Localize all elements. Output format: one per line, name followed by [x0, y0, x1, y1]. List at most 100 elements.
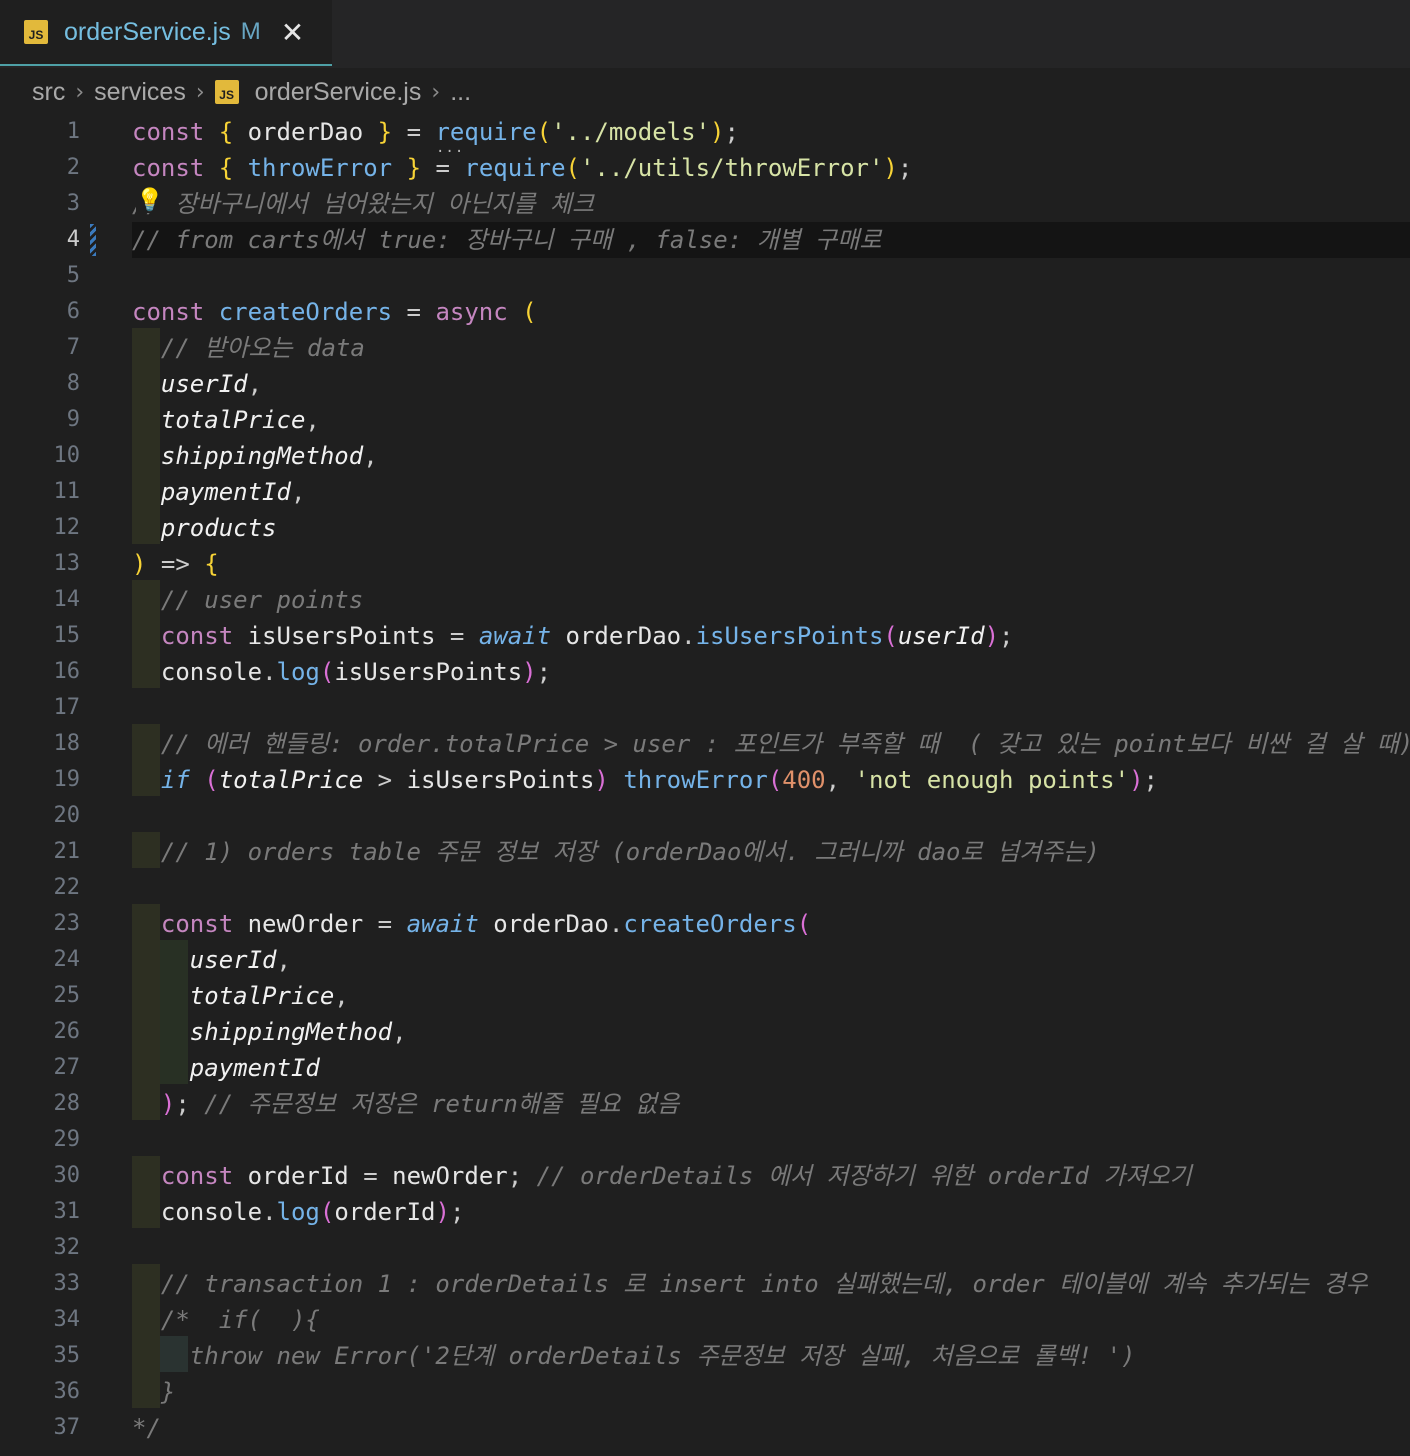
- breadcrumb: src › services › JS orderService.js › ..…: [32, 72, 471, 112]
- code-text: userId,: [160, 370, 263, 398]
- code-line[interactable]: 2 const { throwError } = require('../util…: [0, 150, 1410, 186]
- code-text: totalPrice,: [189, 982, 349, 1010]
- code-line[interactable]: 37 */: [0, 1410, 1410, 1446]
- line-number: 30: [53, 1163, 81, 1188]
- line-number: 33: [53, 1271, 81, 1296]
- code-line[interactable]: 28 ); // 주문정보 저장은 return해줄 필요 없음: [0, 1086, 1410, 1122]
- code-line[interactable]: 32: [0, 1230, 1410, 1266]
- line-number: 8: [66, 371, 80, 396]
- line-number: 25: [53, 983, 81, 1008]
- line-number: 20: [53, 803, 81, 828]
- line-number: 12: [53, 515, 81, 540]
- code-text: // user points: [132, 586, 364, 614]
- code-line[interactable]: 14 // user points: [0, 582, 1410, 618]
- code-text: console.log(isUsersPoints);: [160, 658, 552, 686]
- line-number: 29: [53, 1127, 81, 1152]
- code-line[interactable]: 36 }: [0, 1374, 1410, 1410]
- code-line[interactable]: 17: [0, 690, 1410, 726]
- code-line[interactable]: 34 /* if( ){: [0, 1302, 1410, 1338]
- breadcrumb-item-services[interactable]: services: [94, 78, 186, 107]
- code-line[interactable]: 9 totalPrice,: [0, 402, 1410, 438]
- code-line[interactable]: 1 const { orderDao } = require('../models…: [0, 114, 1410, 156]
- code-text: shippingMethod,: [189, 1018, 407, 1046]
- code-line[interactable]: 15 const isUsersPoints = await orderDao.…: [0, 618, 1410, 654]
- breadcrumb-item-file[interactable]: orderService.js: [255, 78, 422, 107]
- code-text: // 장바구니에서 넘어왔는지 아닌지를 체크: [132, 190, 595, 218]
- code-text: const createOrders = async (: [132, 298, 537, 326]
- code-line[interactable]: 12 products: [0, 510, 1410, 546]
- line-number: 13: [53, 551, 81, 576]
- code-text: console.log(orderId);: [160, 1198, 465, 1226]
- code-line[interactable]: 29: [0, 1122, 1410, 1158]
- tab-title: orderService.js: [64, 17, 231, 46]
- line-number: 14: [53, 587, 81, 612]
- code-text: // from carts에서 true: 장바구니 구매 , false: 개…: [132, 226, 882, 254]
- line-number: 23: [53, 911, 81, 936]
- lightbulb-icon[interactable]: 💡: [136, 188, 164, 213]
- line-number: 32: [53, 1235, 81, 1260]
- line-number: 26: [53, 1019, 81, 1044]
- code-line[interactable]: 3 // 장바구니에서 넘어왔는지 아닌지를 체크 💡: [0, 186, 1410, 222]
- line-number: 16: [53, 659, 81, 684]
- git-modified-marker: [90, 224, 96, 256]
- code-text: const { throwError } = require('../utils…: [132, 154, 913, 182]
- code-line[interactable]: 35 throw new Error('2단계 orderDetails 주문정…: [0, 1338, 1410, 1374]
- code-text: // 1) orders table 주문 정보 저장 (orderDao에서.…: [132, 838, 1100, 866]
- editor-tab-bar: JS orderService.js M ✕: [0, 0, 1410, 68]
- code-line[interactable]: 20: [0, 798, 1410, 834]
- line-number: 5: [66, 263, 80, 288]
- code-line[interactable]: 4 // from carts에서 true: 장바구니 구매 , false: …: [0, 222, 1410, 258]
- code-line[interactable]: 24 userId,: [0, 942, 1410, 978]
- code-line[interactable]: 22: [0, 870, 1410, 906]
- close-icon[interactable]: ✕: [281, 16, 304, 49]
- code-line[interactable]: 30 const orderId = newOrder; // orderDet…: [0, 1158, 1410, 1194]
- line-number: 1: [66, 119, 80, 144]
- line-number: 2: [66, 155, 80, 180]
- line-number: 21: [53, 839, 81, 864]
- code-text: */: [132, 1414, 161, 1442]
- code-line[interactable]: 19 if (totalPrice > isUsersPoints) throw…: [0, 762, 1410, 798]
- code-line[interactable]: 10 shippingMethod,: [0, 438, 1410, 474]
- code-line[interactable]: 23 const newOrder = await orderDao.creat…: [0, 906, 1410, 942]
- code-line[interactable]: 26 shippingMethod,: [0, 1014, 1410, 1050]
- code-text: // 받아오는 data: [132, 334, 365, 362]
- code-line[interactable]: 18 // 에러 핸들링: order.totalPrice > user : …: [0, 726, 1410, 762]
- code-line[interactable]: 25 totalPrice,: [0, 978, 1410, 1014]
- code-line[interactable]: 11 paymentId,: [0, 474, 1410, 510]
- code-line[interactable]: 13 ) => {: [0, 546, 1410, 582]
- line-number: 35: [53, 1343, 81, 1368]
- code-editor[interactable]: 1 const { orderDao } = require('../models…: [0, 112, 1410, 1456]
- breadcrumb-item-src[interactable]: src: [32, 78, 65, 107]
- code-line[interactable]: 31 console.log(orderId);: [0, 1194, 1410, 1230]
- line-number: 7: [66, 335, 80, 360]
- line-number: 31: [53, 1199, 81, 1224]
- code-line[interactable]: 33 // transaction 1 : orderDetails 로 ins…: [0, 1266, 1410, 1302]
- breadcrumb-more[interactable]: ...: [450, 78, 471, 107]
- code-line[interactable]: 8 userId,: [0, 366, 1410, 402]
- breadcrumb-separator-icon: ›: [195, 79, 205, 105]
- code-line[interactable]: 7 // 받아오는 data: [0, 330, 1410, 366]
- line-number: 9: [66, 407, 80, 432]
- code-line[interactable]: 6 const createOrders = async (: [0, 294, 1410, 330]
- code-line[interactable]: 16 console.log(isUsersPoints);: [0, 654, 1410, 690]
- code-line[interactable]: 27 paymentId: [0, 1050, 1410, 1086]
- code-line[interactable]: 5: [0, 258, 1410, 294]
- code-text: const newOrder = await orderDao.createOr…: [160, 910, 812, 938]
- code-text: // 에러 핸들링: order.totalPrice > user : 포인트…: [132, 730, 1410, 758]
- line-number: 36: [53, 1379, 81, 1404]
- code-text: paymentId: [189, 1054, 320, 1082]
- code-text: throw new Error('2단계 orderDetails 주문정보 저…: [132, 1342, 1136, 1370]
- modified-indicator: M: [240, 18, 261, 45]
- code-text: products: [160, 514, 277, 542]
- tab-orderservice[interactable]: JS orderService.js M ✕: [0, 0, 332, 66]
- javascript-file-icon: JS: [214, 80, 239, 104]
- code-text: paymentId,: [160, 478, 306, 506]
- line-number: 28: [53, 1091, 81, 1116]
- breadcrumb-separator-icon: ›: [75, 79, 85, 105]
- line-number: 11: [53, 479, 81, 504]
- line-number: 17: [53, 695, 81, 720]
- code-line[interactable]: 21 // 1) orders table 주문 정보 저장 (orderDao…: [0, 834, 1410, 870]
- line-number: 37: [53, 1415, 81, 1440]
- line-number: 18: [53, 731, 81, 756]
- code-text: ) => {: [132, 550, 219, 578]
